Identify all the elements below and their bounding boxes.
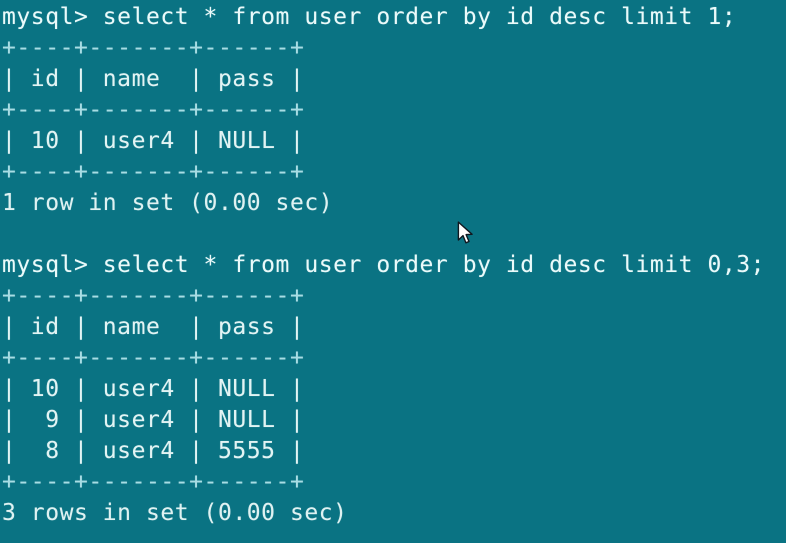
terminal-line-prompt: mysql> select * from user order by id de… [2,4,737,30]
terminal-line-rule: +----+-------+------+ [2,35,305,61]
terminal-line-rule: +----+-------+------+ [2,97,305,123]
terminal-line-rule: +----+-------+------+ [2,159,305,185]
terminal-line-row: | id | name | pass | [2,314,305,340]
terminal-line-row: | 10 | user4 | NULL | [2,128,305,154]
terminal-line-status: 3 rows in set (0.00 sec) [2,500,348,526]
terminal-output[interactable]: mysql> select * from user order by id de… [0,0,786,529]
terminal-line-prompt: mysql> select * from user order by id de… [2,252,766,278]
terminal-line-row: | id | name | pass | [2,66,305,92]
terminal-line-row: | 8 | user4 | 5555 | [2,438,305,464]
terminal-line-rule: +----+-------+------+ [2,283,305,309]
terminal-screen[interactable]: mysql> select * from user order by id de… [0,0,786,543]
terminal-line-rule: +----+-------+------+ [2,345,305,371]
terminal-line-row: | 10 | user4 | NULL | [2,376,305,402]
terminal-line-status: 1 row in set (0.00 sec) [2,190,334,216]
terminal-line-rule: +----+-------+------+ [2,469,305,495]
terminal-line-row: | 9 | user4 | NULL | [2,407,305,433]
